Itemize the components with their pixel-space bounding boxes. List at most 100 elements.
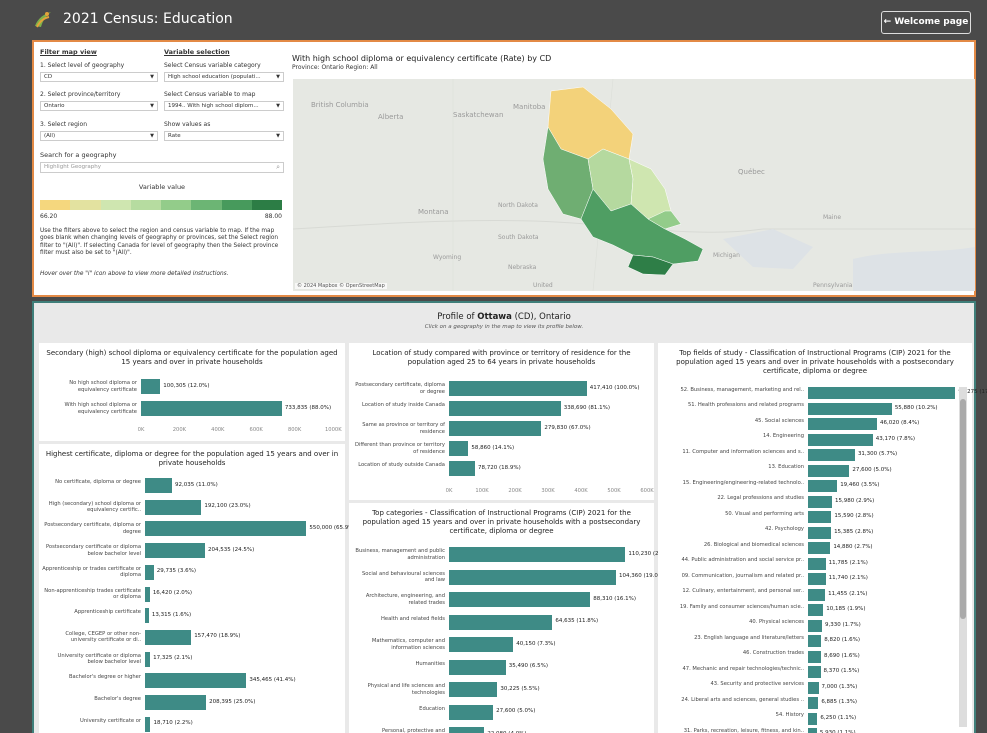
map-title-variable: With high school diploma or equivalency … bbox=[292, 54, 498, 63]
bar[interactable] bbox=[808, 557, 826, 570]
bar[interactable] bbox=[145, 499, 202, 515]
bar[interactable] bbox=[808, 635, 822, 647]
bar[interactable] bbox=[808, 495, 832, 508]
bar[interactable] bbox=[145, 629, 192, 645]
bar-value-label: 11,785 (2.1%) bbox=[828, 559, 868, 566]
bar[interactable] bbox=[449, 659, 506, 675]
show-values-label: Show values as bbox=[164, 121, 211, 128]
bar[interactable] bbox=[145, 543, 205, 559]
bar[interactable] bbox=[449, 727, 485, 733]
bar[interactable] bbox=[808, 588, 826, 601]
bar[interactable] bbox=[145, 521, 307, 537]
bar[interactable] bbox=[141, 401, 282, 416]
profile-title-suffix: (CD), Ontario bbox=[511, 312, 571, 322]
variable-category-select[interactable]: High school education (populati... ▼ bbox=[164, 72, 284, 82]
region-select[interactable]: (All) ▼ bbox=[40, 131, 158, 141]
bar[interactable] bbox=[808, 480, 838, 492]
bar[interactable] bbox=[808, 433, 873, 446]
bar-value-label: 15,590 (2.8%) bbox=[834, 513, 874, 519]
bar[interactable] bbox=[808, 697, 819, 709]
choropleth-map[interactable]: British Columbia Alberta Saskatchewan Ma… bbox=[293, 79, 975, 291]
bar[interactable] bbox=[808, 712, 818, 725]
bar[interactable] bbox=[808, 418, 878, 430]
highest-certificate-panel: Highest certificate, diploma or degree f… bbox=[39, 444, 356, 733]
bar[interactable] bbox=[145, 673, 247, 689]
bar[interactable] bbox=[145, 651, 151, 667]
bar[interactable] bbox=[808, 728, 817, 733]
bar[interactable] bbox=[808, 542, 831, 554]
search-geography-input[interactable]: Highlight Geography ⌕ bbox=[40, 162, 284, 173]
panel-title: Highest certificate, diploma or degree f… bbox=[45, 450, 339, 467]
bar-label: 51. Health professions and related progr… bbox=[688, 402, 804, 408]
show-values-select[interactable]: Rate ▼ bbox=[164, 131, 284, 141]
variable-to-map-select[interactable]: 1994.. With high school diplom... ▼ bbox=[164, 101, 284, 111]
bar-value-label: 31,300 (5.7%) bbox=[857, 451, 898, 457]
bar[interactable] bbox=[449, 381, 587, 396]
bar[interactable] bbox=[808, 449, 855, 461]
province-select[interactable]: Ontario ▼ bbox=[40, 101, 158, 111]
bar[interactable] bbox=[145, 478, 172, 493]
bar-value-label: 192,100 (23.0%) bbox=[204, 503, 251, 510]
bar[interactable] bbox=[808, 619, 822, 632]
bar[interactable] bbox=[808, 402, 892, 415]
bar[interactable] bbox=[449, 592, 591, 607]
bar-label: Postsecondary certificate, diploma or de… bbox=[44, 522, 141, 535]
search-icon: ⌕ bbox=[276, 163, 280, 171]
bar[interactable] bbox=[145, 586, 150, 602]
bar-label: Education bbox=[419, 705, 445, 712]
bar[interactable] bbox=[808, 526, 832, 539]
bar[interactable] bbox=[808, 681, 819, 694]
app-title: 2021 Census: Education bbox=[63, 11, 233, 27]
bar[interactable] bbox=[449, 441, 469, 456]
bar[interactable] bbox=[145, 695, 207, 710]
bar-value-label: 157,470 (18.9%) bbox=[194, 633, 241, 640]
bar-label: 12. Culinary, entertainment, and persona… bbox=[682, 588, 804, 594]
bar-value-label: 29,735 (3.6%) bbox=[156, 568, 196, 575]
bar[interactable] bbox=[449, 682, 498, 697]
filter-map-view-heading: Filter map view bbox=[40, 48, 97, 56]
map-title-rate: (Rate) by bbox=[497, 54, 540, 63]
bar[interactable] bbox=[449, 637, 514, 652]
bar[interactable] bbox=[449, 547, 626, 562]
level-of-geography-select[interactable]: CD ▼ bbox=[40, 72, 158, 82]
bar[interactable] bbox=[449, 401, 561, 416]
bar-value-label: 279,830 (67.0%) bbox=[544, 424, 591, 431]
bar-value-label: 40,150 (7.3%) bbox=[516, 640, 556, 647]
bar[interactable] bbox=[808, 511, 832, 523]
bar[interactable] bbox=[449, 421, 542, 436]
axis-tick-label: 200K bbox=[172, 427, 187, 433]
bar[interactable] bbox=[145, 564, 154, 580]
map-title-geo: CD bbox=[539, 54, 552, 63]
bar[interactable] bbox=[145, 608, 149, 624]
bar-label: 24. Liberal arts and sciences, general s… bbox=[681, 696, 804, 703]
bar-label: With high school diploma or equivalency … bbox=[64, 402, 138, 415]
bar-label: 43. Security and protective services bbox=[710, 681, 805, 687]
fields-scrollbar[interactable] bbox=[959, 387, 967, 727]
bar[interactable] bbox=[145, 716, 151, 732]
bar[interactable] bbox=[449, 461, 475, 476]
bar[interactable] bbox=[808, 666, 821, 678]
bar-value-label: 43,170 (7.8%) bbox=[875, 435, 916, 442]
axis-tick-label: 0K bbox=[445, 488, 453, 494]
bar-label: Non-apprenticeship trades certificate or… bbox=[44, 587, 141, 601]
bar[interactable] bbox=[449, 704, 494, 720]
bar[interactable] bbox=[141, 379, 161, 394]
fields-scroll-thumb[interactable] bbox=[960, 399, 966, 619]
bar-label: 40. Physical sciences bbox=[749, 619, 804, 625]
bar[interactable] bbox=[808, 387, 956, 399]
bar[interactable] bbox=[808, 573, 826, 585]
variable-to-map-label: Select Census variable to map bbox=[164, 91, 256, 98]
bar-value-label: 7,000 (1.3%) bbox=[821, 683, 858, 690]
bar[interactable] bbox=[808, 650, 822, 663]
bar-label: Apprenticeship or trades certificate or … bbox=[42, 565, 141, 579]
map-canvas[interactable]: British Columbia Alberta Saskatchewan Ma… bbox=[293, 79, 975, 291]
hover-note: Hover over the "i" icon above to view mo… bbox=[40, 271, 229, 277]
bar-label: 50. Visual and performing arts bbox=[725, 510, 804, 517]
bar[interactable] bbox=[449, 614, 553, 630]
welcome-page-button[interactable]: ← Welcome page bbox=[881, 11, 971, 34]
bar[interactable] bbox=[808, 464, 850, 477]
bar[interactable] bbox=[449, 569, 616, 585]
bar[interactable] bbox=[808, 604, 824, 616]
legend-swatch bbox=[221, 200, 252, 210]
province-value: Ontario bbox=[44, 103, 65, 109]
